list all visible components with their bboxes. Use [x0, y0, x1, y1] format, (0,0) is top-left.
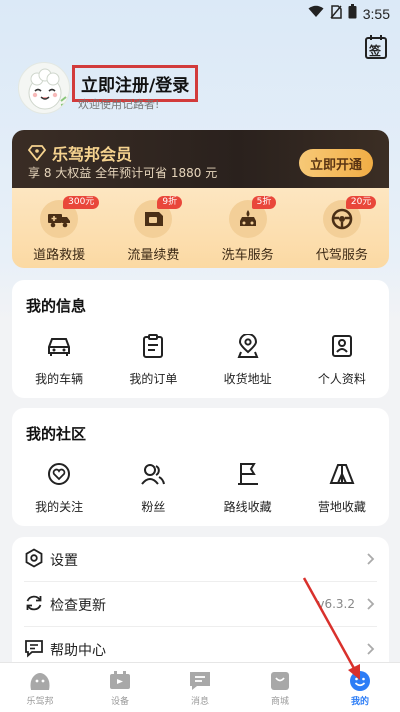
chevron-right-icon: [367, 553, 375, 565]
tab-device[interactable]: 设备: [80, 663, 160, 712]
status-icons: 3:55: [308, 4, 390, 23]
flag-icon: [234, 460, 262, 488]
status-time: 3:55: [362, 5, 390, 22]
vip-benefit-road-rescue[interactable]: 300元 道路救援: [12, 188, 106, 268]
vip-benefit-label: 代驾服务: [315, 248, 368, 263]
list-label: 设置: [50, 553, 78, 569]
checkin-button[interactable]: 签: [364, 34, 388, 60]
list-label: 帮助中心: [50, 643, 106, 659]
my-info-card: 我的信息 我的车辆 我的订单 收货地址 个人资料: [12, 280, 389, 398]
users-icon: [139, 460, 167, 488]
chevron-right-icon: [367, 643, 375, 655]
community-blob-icon: [27, 669, 53, 693]
location-pin-icon: [234, 332, 262, 360]
vip-badge: 5折: [251, 196, 277, 209]
grid-label: 路线收藏: [223, 500, 272, 514]
bottom-tab-bar: 乐驾邦 设备 消息 商城 我的: [0, 662, 400, 712]
welcome-text: 欢迎使用记路者!: [78, 98, 160, 111]
vip-membership-card[interactable]: 乐驾邦会员 享 8 大权益 全年预计可省 1880 元 立即开通 300元 道路…: [12, 130, 389, 268]
checkin-label: 签: [369, 44, 382, 58]
vip-benefit-data-renewal[interactable]: 9折 流量续费: [106, 188, 200, 268]
smiley-icon: [347, 669, 373, 693]
heart-badge-icon: [45, 460, 73, 488]
my-info-title: 我的信息: [26, 297, 87, 315]
battery-icon: [348, 4, 357, 23]
grid-label: 收货地址: [223, 372, 272, 386]
my-follows-item[interactable]: 我的关注: [12, 460, 106, 515]
route-favorites-item[interactable]: 路线收藏: [201, 460, 295, 515]
tent-icon: [328, 460, 356, 488]
my-orders-item[interactable]: 我的订单: [106, 332, 200, 387]
profile-card-icon: [328, 332, 356, 360]
refresh-icon: [26, 595, 42, 611]
grid-label: 营地收藏: [317, 500, 366, 514]
vip-title: 乐驾邦会员: [52, 145, 133, 164]
my-info-grid: 我的车辆 我的订单 收货地址 个人资料: [12, 332, 389, 387]
tab-label: 乐驾邦: [26, 697, 54, 707]
check-update-row[interactable]: 检查更新 v6.3.2: [12, 582, 389, 626]
grid-label: 粉丝: [141, 500, 166, 514]
vip-benefit-label: 流量续费: [127, 248, 180, 263]
vip-open-button[interactable]: 立即开通: [299, 149, 373, 177]
version-value: v6.3.2: [317, 597, 355, 611]
vip-header: 乐驾邦会员 享 8 大权益 全年预计可省 1880 元 立即开通: [12, 130, 389, 188]
chevron-right-icon: [367, 598, 375, 610]
grid-label: 我的订单: [129, 372, 178, 386]
wifi-icon: [308, 5, 324, 22]
list-label: 检查更新: [50, 598, 106, 614]
vip-badge: 20元: [345, 196, 377, 209]
vip-benefits: 300元 道路救援 9折 流量续费 5折 洗车服务 20元 代驾服务: [12, 188, 389, 268]
settings-hexagon-icon: [25, 548, 43, 568]
vip-title-row: 乐驾邦会员: [28, 141, 132, 165]
fans-item[interactable]: 粉丝: [106, 460, 200, 515]
tab-shop[interactable]: 商城: [240, 663, 320, 712]
tab-label: 消息: [190, 697, 209, 707]
grid-label: 我的车辆: [35, 372, 84, 386]
message-icon: [187, 669, 213, 693]
community-title: 我的社区: [26, 425, 87, 443]
shop-bag-icon: [267, 669, 293, 693]
my-vehicles-item[interactable]: 我的车辆: [12, 332, 106, 387]
vip-badge: 300元: [63, 196, 100, 209]
community-grid: 我的关注 粉丝 路线收藏 营地收藏: [12, 460, 389, 515]
settings-row[interactable]: 设置: [12, 537, 389, 581]
vip-subtitle: 享 8 大权益 全年预计可省 1880 元: [28, 166, 218, 180]
help-center-row[interactable]: 帮助中心: [12, 627, 389, 667]
tab-label: 我的: [350, 697, 369, 707]
tab-label: 商城: [270, 697, 289, 707]
vip-benefit-designated-driver[interactable]: 20元 代驾服务: [295, 188, 389, 268]
tab-messages[interactable]: 消息: [160, 663, 240, 712]
tab-mine[interactable]: 我的: [320, 663, 400, 712]
help-chat-icon: [25, 640, 43, 658]
device-icon: [107, 669, 133, 693]
diamond-icon: [28, 145, 46, 161]
campsite-favorites-item[interactable]: 营地收藏: [295, 460, 389, 515]
personal-profile-item[interactable]: 个人资料: [295, 332, 389, 387]
community-card: 我的社区 我的关注 粉丝 路线收藏 营地收藏: [12, 408, 389, 526]
shipping-address-item[interactable]: 收货地址: [201, 332, 295, 387]
vip-badge: 9折: [157, 196, 183, 209]
avatar[interactable]: [18, 62, 70, 114]
car-icon: [45, 332, 73, 360]
vip-benefit-label: 道路救援: [33, 248, 86, 263]
vip-benefit-car-wash[interactable]: 5折 洗车服务: [201, 188, 295, 268]
grid-label: 个人资料: [317, 372, 366, 386]
status-bar: 3:55: [0, 0, 400, 26]
settings-list: 设置 检查更新 v6.3.2 帮助中心: [12, 537, 389, 667]
grid-label: 我的关注: [35, 500, 84, 514]
mascot-avatar-icon: [28, 68, 68, 110]
profile-header: 立即注册/登录 欢迎使用记路者!: [18, 62, 382, 122]
vip-benefit-label: 洗车服务: [221, 248, 274, 263]
tab-label: 设备: [110, 697, 129, 707]
tab-lejiabang[interactable]: 乐驾邦: [0, 663, 80, 712]
clipboard-icon: [139, 332, 167, 360]
no-sim-icon: [330, 4, 342, 23]
